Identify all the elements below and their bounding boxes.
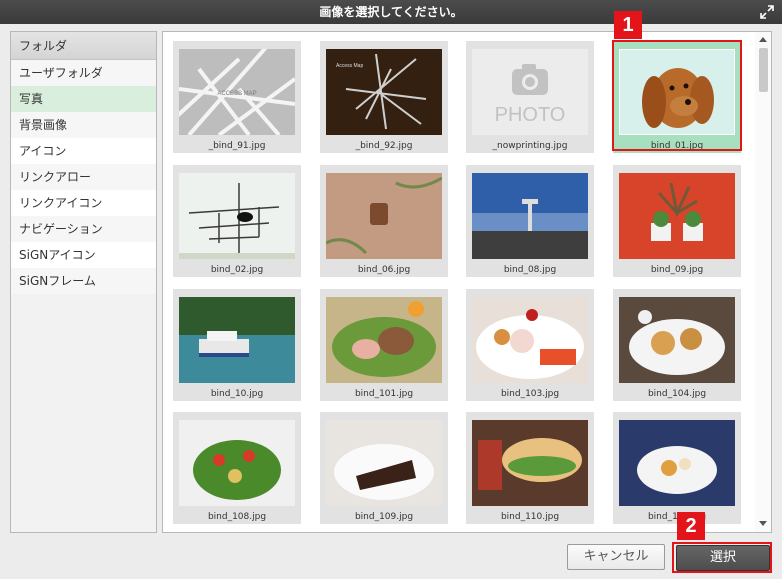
select-button[interactable]: 選択 (676, 545, 770, 571)
cancel-button[interactable]: キャンセル (567, 544, 665, 570)
scroll-down-icon[interactable] (759, 521, 767, 526)
folder-item-user[interactable]: ユーザフォルダ (11, 60, 156, 86)
thumbnail-bind-02[interactable]: bind_02.jpg (173, 165, 301, 277)
map-label: Access Map (336, 63, 363, 69)
image-select-dialog: 画像を選択してください。 フォルダ ユーザフォルダ 写真 背景画像 アイコン リ… (0, 0, 782, 579)
folder-list: ユーザフォルダ 写真 背景画像 アイコン リンクアロー リンクアイコン ナビゲー… (11, 60, 156, 294)
thumbnail-bind-104[interactable]: bind_104.jpg (613, 289, 741, 401)
folder-item-link-icon[interactable]: リンクアイコン (11, 190, 156, 216)
thumbnail-bind-108[interactable]: bind_108.jpg (173, 412, 301, 524)
expand-icon[interactable] (760, 5, 774, 19)
thumbnail-bind-110[interactable]: bind_110.jpg (466, 412, 594, 524)
folder-item-background[interactable]: 背景画像 (11, 112, 156, 138)
thumbnail-caption: bind_101.jpg (354, 389, 414, 399)
thumbnail-image (472, 297, 588, 383)
folder-item-photo[interactable]: 写真 (11, 86, 156, 112)
folder-item-sign-frame[interactable]: SiGNフレーム (11, 268, 156, 294)
folder-item-icon[interactable]: アイコン (11, 138, 156, 164)
annotation-badge-2: 2 (677, 512, 705, 540)
thumbnail-image: PHOTO (472, 49, 588, 135)
thumbnail-nowprinting[interactable]: PHOTO _nowprinting.jpg (466, 41, 594, 153)
thumbnail-caption: _nowprinting.jpg (492, 141, 568, 151)
thumbnail-image (619, 173, 735, 259)
scroll-up-icon[interactable] (759, 37, 767, 42)
thumbnail-caption: bind_06.jpg (357, 265, 411, 275)
dialog-titlebar: 画像を選択してください。 (0, 0, 782, 24)
thumbnail-caption: bind_109.jpg (354, 512, 414, 522)
thumbnail-bind-09[interactable]: bind_09.jpg (613, 165, 741, 277)
grid-scrollbar[interactable] (755, 32, 771, 532)
thumbnail-caption: bind_09.jpg (650, 265, 704, 275)
thumbnail-image (179, 420, 295, 506)
thumbnail-caption: bind_108.jpg (207, 512, 267, 522)
folder-item-link-arrow[interactable]: リンクアロー (11, 164, 156, 190)
thumbnail-bind-111[interactable]: bind_111.jpg (613, 412, 741, 524)
scroll-thumb[interactable] (759, 48, 768, 92)
thumbnail-bind-10[interactable]: bind_10.jpg (173, 289, 301, 401)
thumbnail-caption: bind_103.jpg (500, 389, 560, 399)
thumbnail-image (619, 297, 735, 383)
thumbnail-image (326, 420, 442, 506)
thumbnail-bind-06[interactable]: bind_06.jpg (320, 165, 448, 277)
photo-placeholder-label: PHOTO (495, 104, 566, 126)
thumbnail-caption: bind_104.jpg (647, 389, 707, 399)
annotation-badge-1: 1 (614, 11, 642, 39)
thumbnail-bind-109[interactable]: bind_109.jpg (320, 412, 448, 524)
thumbnail-bind-91[interactable]: ACCESS MAP _bind_91.jpg (173, 41, 301, 153)
thumbnail-image: ACCESS MAP (179, 49, 295, 135)
map-label: ACCESS MAP (217, 91, 256, 97)
annotation-box-1 (612, 40, 742, 151)
thumbnail-bind-08[interactable]: bind_08.jpg (466, 165, 594, 277)
thumbnail-caption: bind_110.jpg (500, 512, 560, 522)
thumbnail-image (619, 420, 735, 506)
thumbnail-bind-101[interactable]: bind_101.jpg (320, 289, 448, 401)
thumbnail-caption: bind_10.jpg (210, 389, 264, 399)
thumbnail-caption: bind_08.jpg (503, 265, 557, 275)
folder-item-sign-icon[interactable]: SiGNアイコン (11, 242, 156, 268)
thumbnail-bind-103[interactable]: bind_103.jpg (466, 289, 594, 401)
thumbnail-image: Access Map (326, 49, 442, 135)
thumbnail-image (179, 297, 295, 383)
thumbnail-caption: bind_02.jpg (210, 265, 264, 275)
folder-sidebar: フォルダ ユーザフォルダ 写真 背景画像 アイコン リンクアロー リンクアイコン… (10, 31, 157, 533)
thumbnail-image (179, 173, 295, 259)
thumbnail-image (326, 173, 442, 259)
folder-item-navigation[interactable]: ナビゲーション (11, 216, 156, 242)
folder-header: フォルダ (11, 32, 156, 60)
thumbnail-image (472, 420, 588, 506)
thumbnail-caption: _bind_92.jpg (355, 141, 413, 151)
thumbnail-image (472, 173, 588, 259)
thumbnail-caption: _bind_91.jpg (208, 141, 266, 151)
thumbnail-bind-92[interactable]: Access Map _bind_92.jpg (320, 41, 448, 153)
thumbnail-image (326, 297, 442, 383)
dialog-title: 画像を選択してください。 (319, 5, 463, 19)
